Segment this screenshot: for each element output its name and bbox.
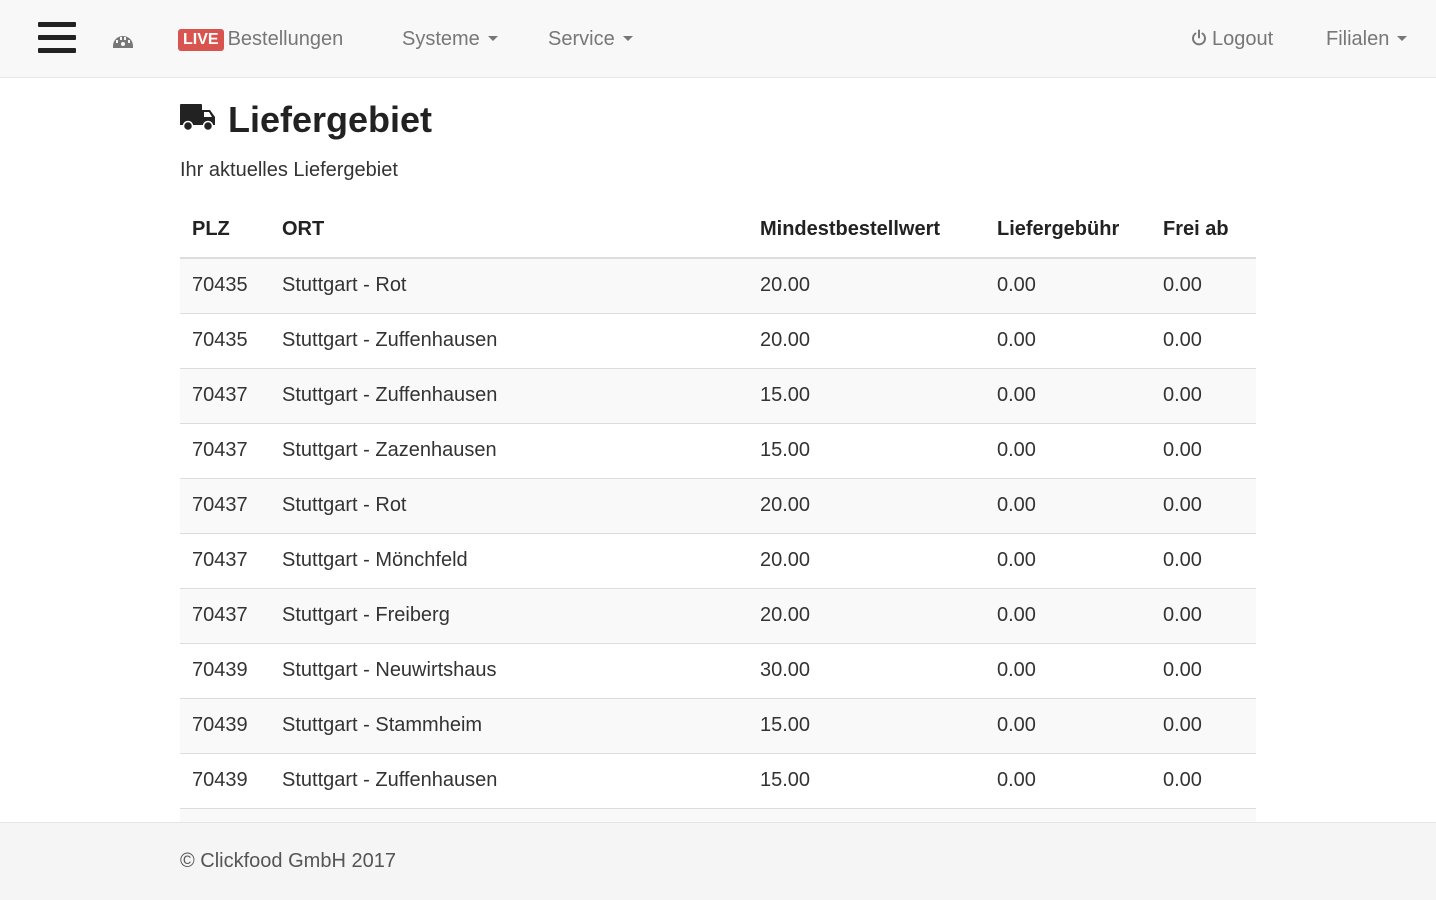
cell-free-from: 0.00 [1151, 257, 1256, 313]
table-row: 70437 Stuttgart - Zazenhausen 15.00 0.00 0.0… [180, 422, 1256, 478]
cell-ort: Stuttgart - Mönchfeld [270, 532, 748, 588]
cell-min-order: 20.00 [748, 587, 985, 643]
cell-min-order: 15.00 [748, 752, 985, 808]
cell-min-order: 15.00 [748, 422, 985, 478]
table-row: 70437 Stuttgart - Zuffenhausen 15.00 0.00 0.… [180, 367, 1256, 423]
cell-ort: Stuttgart - Zuffenhausen [270, 312, 748, 368]
cell-free-from: 0.00 [1151, 477, 1256, 533]
nav-systems-label: Systeme [402, 28, 480, 50]
live-badge: LIVE [178, 29, 224, 51]
cell-min-order: 20.00 [748, 257, 985, 313]
table-header-row: PLZ ORT Mindestbestellwert Liefergebühr … [180, 202, 1256, 259]
cell-ort: Stuttgart - Stammheim [270, 697, 748, 753]
cell-plz: 70437 [180, 532, 270, 588]
logout-label: Logout [1212, 28, 1274, 50]
cell-delivery-fee: 0.00 [985, 587, 1151, 643]
cell-ort: Stuttgart - Rot [270, 477, 748, 533]
cell-ort: Stuttgart - Freiberg [270, 587, 748, 643]
cell-min-order: 20.00 [748, 532, 985, 588]
nav-branches-label: Filialen [1326, 28, 1390, 50]
cell-min-order: 20.00 [748, 477, 985, 533]
cell-plz: 70439 [180, 752, 270, 808]
cell-delivery-fee: 0.00 [985, 422, 1151, 478]
dashboard-icon[interactable] [111, 30, 135, 50]
cell-ort: Stuttgart - Zuffenhausen [270, 752, 748, 808]
cell-plz: 70437 [180, 367, 270, 423]
cell-free-from: 0.00 [1151, 587, 1256, 643]
cell-plz: 70439 [180, 697, 270, 753]
footer-copyright: © Clickfood GmbH 2017 [180, 850, 396, 872]
main-content: Liefergebiet Ihr aktuelles Liefergebiet … [180, 96, 1256, 863]
cell-delivery-fee: 0.00 [985, 312, 1151, 368]
table-row: 70439 Stuttgart - Zuffenhausen 15.00 0.00 0.… [180, 752, 1256, 808]
delivery-area-table: PLZ ORT Mindestbestellwert Liefergebühr … [180, 202, 1256, 863]
cell-plz: 70439 [180, 642, 270, 698]
cell-free-from: 0.00 [1151, 752, 1256, 808]
cell-plz: 70437 [180, 422, 270, 478]
top-navbar: LIVE Bestellungen Systeme Service Logout … [0, 0, 1436, 78]
cell-ort: Stuttgart - Neuwirtshaus [270, 642, 748, 698]
page-subtitle: Ihr aktuelles Liefergebiet [180, 159, 398, 181]
column-header-free-from: Frei ab [1151, 202, 1256, 259]
page-title: Liefergebiet [180, 96, 1256, 144]
column-header-min-order: Mindestbestellwert [748, 202, 985, 259]
nav-service-dropdown[interactable]: Service [548, 27, 633, 51]
truck-icon [180, 96, 216, 144]
caret-down-icon [1397, 36, 1408, 41]
table-row: 70439 Stuttgart - Stammheim 15.00 0.00 0.00 [180, 697, 1256, 753]
nav-branches-dropdown[interactable]: Filialen [1326, 27, 1408, 51]
table-row: 70437 Stuttgart - Mönchfeld 20.00 0.00 0.00 [180, 532, 1256, 588]
cell-plz: 70435 [180, 312, 270, 368]
cell-delivery-fee: 0.00 [985, 697, 1151, 753]
cell-min-order: 15.00 [748, 697, 985, 753]
cell-delivery-fee: 0.00 [985, 477, 1151, 533]
column-header-delivery-fee: Liefergebühr [985, 202, 1151, 259]
cell-delivery-fee: 0.00 [985, 752, 1151, 808]
cell-ort: Stuttgart - Zazenhausen [270, 422, 748, 478]
cell-free-from: 0.00 [1151, 312, 1256, 368]
logout-link[interactable]: Logout [1190, 27, 1273, 53]
cell-free-from: 0.00 [1151, 422, 1256, 478]
cell-free-from: 0.00 [1151, 697, 1256, 753]
table-row: 70435 Stuttgart - Zuffenhausen 20.00 0.00 0.… [180, 312, 1256, 368]
cell-min-order: 30.00 [748, 642, 985, 698]
cell-ort: Stuttgart - Rot [270, 257, 748, 313]
power-icon [1190, 29, 1208, 53]
caret-down-icon [622, 36, 633, 41]
cell-delivery-fee: 0.00 [985, 642, 1151, 698]
cell-plz: 70435 [180, 257, 270, 313]
cell-plz: 70437 [180, 587, 270, 643]
hamburger-menu-icon[interactable] [38, 22, 76, 54]
caret-down-icon [487, 36, 498, 41]
cell-min-order: 15.00 [748, 367, 985, 423]
table-row: 70437 Stuttgart - Rot 20.00 0.00 0.00 [180, 477, 1256, 533]
cell-delivery-fee: 0.00 [985, 532, 1151, 588]
table-row: 70437 Stuttgart - Freiberg 20.00 0.00 0.00 [180, 587, 1256, 643]
column-header-plz: PLZ [180, 202, 270, 259]
cell-free-from: 0.00 [1151, 532, 1256, 588]
column-header-ort: ORT [270, 202, 748, 259]
cell-delivery-fee: 0.00 [985, 257, 1151, 313]
cell-ort: Stuttgart - Zuffenhausen [270, 367, 748, 423]
cell-plz: 70437 [180, 477, 270, 533]
footer: © Clickfood GmbH 2017 [0, 822, 1436, 900]
cell-free-from: 0.00 [1151, 367, 1256, 423]
nav-systems-dropdown[interactable]: Systeme [402, 27, 498, 51]
table-row: 70435 Stuttgart - Rot 20.00 0.00 0.00 [180, 257, 1256, 313]
nav-orders-link[interactable]: LIVE Bestellungen [178, 27, 343, 51]
cell-min-order: 20.00 [748, 312, 985, 368]
cell-delivery-fee: 0.00 [985, 367, 1151, 423]
nav-orders-label: Bestellungen [227, 28, 344, 50]
nav-service-label: Service [548, 28, 615, 50]
table-row: 70439 Stuttgart - Neuwirtshaus 30.00 0.00 0.… [180, 642, 1256, 698]
cell-free-from: 0.00 [1151, 642, 1256, 698]
page-title-text: Liefergebiet [228, 99, 433, 140]
